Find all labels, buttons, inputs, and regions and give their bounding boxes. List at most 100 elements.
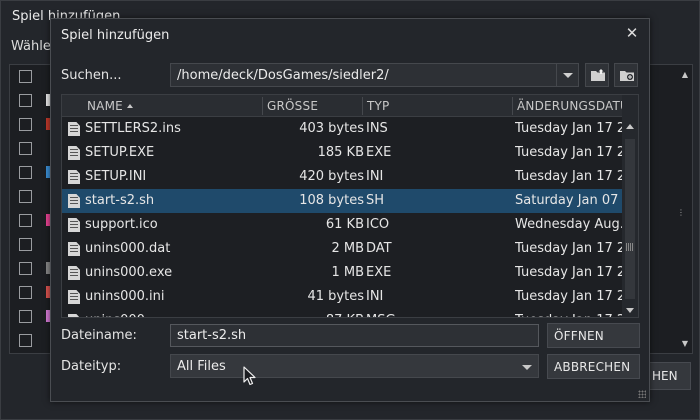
file-date: Tuesday Jan 17 2023	[515, 313, 624, 317]
add-game-dialog: Spiel hinzufügen ✕ Suchen... /home/deck/…	[50, 18, 650, 402]
text-file-icon	[68, 314, 80, 317]
cancel-button[interactable]: ABBRECHEN	[547, 354, 640, 379]
file-name: start-s2.sh	[85, 193, 155, 208]
file-list-header: NAME GRÖSSE TYP ÄNDERUNGSDATUM	[62, 95, 638, 117]
file-type: DAT	[366, 241, 392, 256]
file-row[interactable]: unins000.exe 1 MBEXE Tuesday Jan 17 2023	[62, 261, 624, 285]
text-file-icon	[68, 194, 80, 208]
dialog-title: Spiel hinzufügen	[61, 28, 170, 43]
game-checkbox[interactable]	[19, 262, 32, 275]
vertical-scrollbar[interactable]	[622, 95, 638, 317]
file-type: EXE	[366, 145, 392, 160]
filetype-value: All Files	[177, 359, 226, 374]
text-file-icon	[68, 218, 80, 232]
text-file-icon	[68, 170, 80, 184]
file-name: unins000.exe	[85, 265, 173, 280]
file-date: Tuesday Jan 17 2023	[515, 289, 624, 304]
chevron-down-icon[interactable]	[522, 365, 532, 370]
file-type: MSG	[366, 313, 506, 317]
mouse-cursor-icon	[243, 366, 256, 386]
filetype-label: Dateityp:	[61, 359, 122, 374]
column-header-name[interactable]: NAME	[87, 99, 133, 113]
column-header-type[interactable]: TYP	[367, 99, 390, 113]
path-value: /home/deck/DosGames/siedler2/	[177, 68, 389, 83]
file-date: Tuesday Jan 17 2023	[515, 241, 624, 256]
sort-ascending-icon	[126, 104, 133, 108]
column-header-date[interactable]: ÄNDERUNGSDATUM	[517, 99, 638, 113]
file-type: EXE	[366, 265, 392, 280]
file-size: 41 bytes	[307, 289, 365, 304]
path-combobox[interactable]: /home/deck/DosGames/siedler2/	[170, 63, 579, 87]
game-checkbox[interactable]	[19, 310, 32, 323]
file-size: 87 KB	[262, 313, 364, 317]
file-date: Wednesday Aug...	[515, 217, 624, 232]
game-checkbox[interactable]	[19, 286, 32, 299]
text-file-icon	[68, 122, 80, 136]
game-checkbox[interactable]	[19, 334, 32, 347]
open-button[interactable]: ÖFFNEN	[547, 323, 640, 348]
scroll-grip-icon	[626, 243, 634, 251]
file-size: 403 bytes	[299, 121, 364, 136]
file-rows: SETTLERS2.ins 403 bytes INS Tuesday Jan 17 …	[62, 117, 624, 317]
file-name: SETUP.EXE	[85, 145, 155, 160]
file-type: INI	[366, 169, 384, 184]
file-date: Tuesday Jan 17 2023	[515, 265, 624, 280]
filename-input[interactable]	[170, 324, 539, 347]
file-date: Tuesday Jan 17 2023	[515, 169, 624, 184]
file-row[interactable]: unins000.dat 2 MBDAT Tuesday Jan 17 2023	[62, 237, 624, 261]
game-checkbox[interactable]	[19, 190, 32, 203]
file-type: SH	[366, 193, 385, 208]
text-file-icon	[68, 242, 80, 256]
file-date: Tuesday Jan 17 2023	[515, 145, 624, 160]
search-label: Suchen...	[61, 68, 122, 83]
game-checkbox[interactable]	[19, 166, 32, 179]
file-size: 61 KB	[325, 217, 364, 232]
file-name: support.ico	[85, 217, 158, 232]
game-checkbox[interactable]	[19, 118, 32, 131]
new-folder-icon	[620, 71, 634, 81]
game-checkbox[interactable]	[19, 214, 32, 227]
select-all-checkbox[interactable]	[19, 70, 32, 83]
file-list[interactable]: NAME GRÖSSE TYP ÄNDERUNGSDATUM SETTLERS2…	[61, 94, 639, 318]
file-size: 1 MB	[331, 265, 364, 280]
file-name: unins000.dat	[85, 241, 171, 256]
filetype-select[interactable]: All Files	[170, 354, 539, 378]
file-size: 2 MB	[331, 241, 364, 256]
file-name: unins000.ini	[85, 289, 165, 304]
text-file-icon	[68, 290, 80, 304]
file-name: unins000...	[85, 313, 265, 317]
chevron-down-icon[interactable]	[556, 64, 578, 86]
file-type: INS	[366, 121, 388, 136]
close-icon[interactable]: ✕	[624, 25, 640, 41]
text-file-icon	[68, 266, 80, 280]
scrollbar-thumb[interactable]	[625, 139, 635, 299]
column-header-size[interactable]: GRÖSSE	[267, 99, 318, 113]
parent-folder-button[interactable]	[585, 63, 609, 87]
file-date: Tuesday Jan 17 2023	[515, 121, 624, 136]
game-checkbox[interactable]	[19, 94, 32, 107]
background-scroll-grip-icon[interactable]: ⋮	[677, 208, 685, 217]
file-row[interactable]: support.ico 61 KB ICO Wednesday Aug...	[62, 213, 624, 237]
file-type: ICO	[366, 217, 390, 232]
text-file-icon	[68, 146, 80, 160]
file-type: INI	[366, 289, 384, 304]
file-row[interactable]: unins000.ini 41 bytesINI Tuesday Jan 17 20…	[62, 285, 624, 309]
file-row[interactable]: unins000...87 KBMSG Tuesday Jan 17 2023	[62, 309, 624, 317]
new-folder-button[interactable]	[614, 63, 638, 87]
file-row[interactable]: SETUP.EXE 185 KBEXE Tuesday Jan 17 2023	[62, 141, 624, 165]
game-checkbox[interactable]	[19, 238, 32, 251]
scroll-up-icon[interactable]	[626, 124, 634, 129]
file-name: SETUP.INI	[85, 169, 147, 184]
background-scroll-down-icon[interactable]: ▼	[682, 339, 688, 348]
resize-grip-icon[interactable]	[638, 390, 646, 398]
file-row[interactable]: start-s2.sh 108 bytesSH Saturday Jan 07 20…	[62, 189, 624, 213]
file-size: 185 KB	[317, 145, 364, 160]
file-size: 420 bytes	[299, 169, 364, 184]
file-row[interactable]: SETTLERS2.ins 403 bytes INS Tuesday Jan 17 …	[62, 117, 624, 141]
file-date: Saturday Jan 07 2023	[515, 193, 624, 208]
background-scroll-up-icon[interactable]: ▲	[682, 70, 688, 79]
file-row[interactable]: SETUP.INI 420 bytesINI Tuesday Jan 17 2023	[62, 165, 624, 189]
file-name: SETTLERS2.ins	[85, 121, 181, 136]
scroll-down-icon[interactable]	[626, 308, 634, 313]
game-checkbox[interactable]	[19, 142, 32, 155]
